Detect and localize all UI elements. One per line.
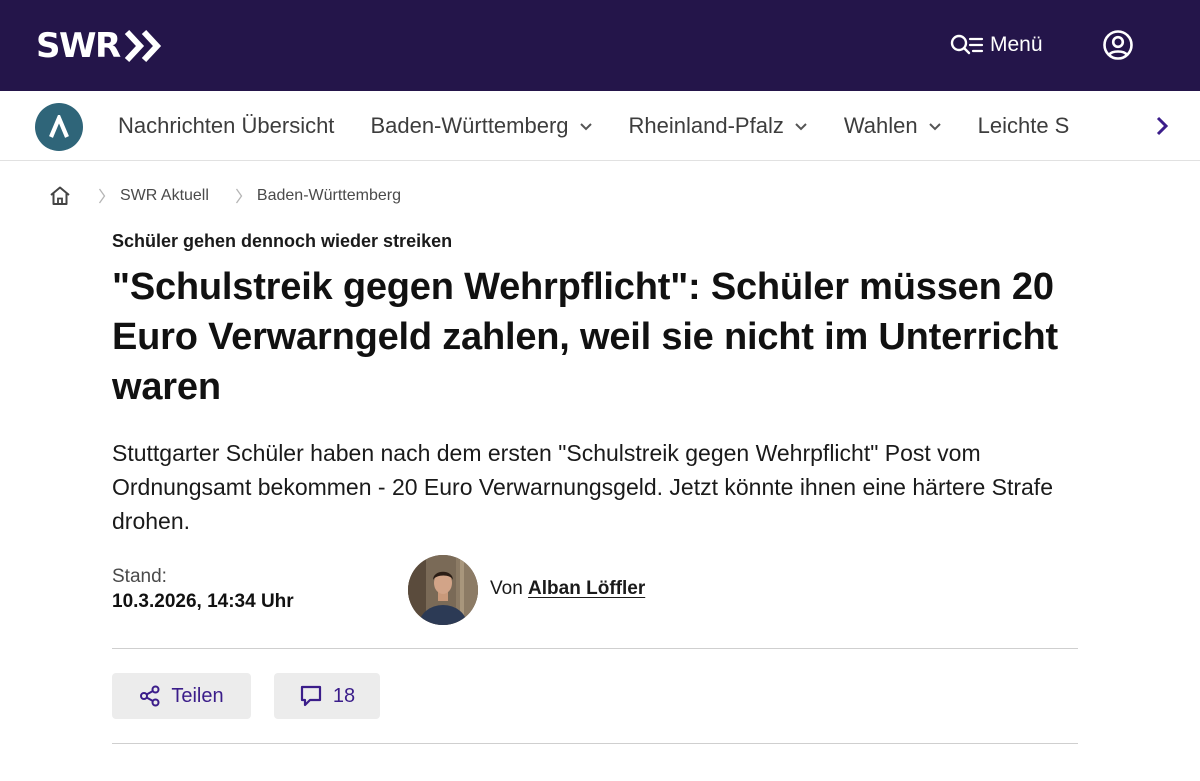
nav-item-label: Wahlen xyxy=(843,113,918,138)
stand-label: Stand: xyxy=(112,566,167,587)
chevron-down-icon xyxy=(928,123,941,131)
chevron-down-icon xyxy=(579,123,592,131)
share-button[interactable]: Teilen xyxy=(112,673,251,719)
avatar-image xyxy=(408,555,478,625)
share-icon xyxy=(140,685,160,707)
divider xyxy=(112,648,1078,649)
swr-logo[interactable]: SWR xyxy=(36,26,164,66)
nav-item-rheinland-pfalz[interactable]: Rheinland-Pfalz xyxy=(628,91,808,160)
breadcrumb-swr-aktuell[interactable]: SWR Aktuell xyxy=(120,187,209,205)
comments-button[interactable]: 18 xyxy=(274,673,380,719)
user-icon[interactable] xyxy=(1102,29,1134,61)
breadcrumb-separator-icon xyxy=(98,188,106,204)
breadcrumb-baden-wuerttemberg[interactable]: Baden-Württemberg xyxy=(257,187,401,205)
nav-item-label: Rheinland-Pfalz xyxy=(628,113,784,138)
breadcrumb-separator-icon xyxy=(235,188,243,204)
comment-icon xyxy=(300,685,321,707)
nav-item-label: Baden-Württemberg xyxy=(370,113,569,138)
stand-date: 10.3.2026, 14:34 Uhr xyxy=(112,591,294,612)
author-avatar[interactable] xyxy=(408,555,478,625)
breadcrumb: SWR Aktuell Baden-Württemberg xyxy=(48,182,401,210)
search-menu-icon xyxy=(950,34,984,55)
lambda-logo-icon[interactable] xyxy=(35,103,83,151)
main-navigation: Nachrichten Übersicht Baden-Württemberg … xyxy=(0,91,1200,161)
nav-item-baden-wuerttemberg[interactable]: Baden-Württemberg xyxy=(370,91,592,160)
article-kicker: Schüler gehen dennoch wieder streiken xyxy=(112,231,453,251)
author-byline: Von Alban Löffler xyxy=(490,578,645,600)
menu-label: Menü xyxy=(990,33,1043,56)
nav-items: Nachrichten Übersicht Baden-Württemberg … xyxy=(118,91,1105,160)
top-header: SWR Menü xyxy=(0,0,1200,91)
double-chevron-icon xyxy=(124,29,161,63)
chevron-down-icon xyxy=(795,123,807,131)
nav-item-leichte-sprache[interactable]: Leichte S xyxy=(977,91,1070,160)
logo-text: SWR xyxy=(36,26,121,66)
article-headline: "Schulstreik gegen Wehrpflicht": Schüler… xyxy=(112,266,1058,408)
home-icon[interactable] xyxy=(48,184,72,208)
nav-item-nachrichten[interactable]: Nachrichten Übersicht xyxy=(118,91,335,160)
menu-button[interactable]: Menü xyxy=(950,30,1043,60)
nav-item-label: Nachrichten Übersicht xyxy=(118,113,335,138)
lambda-glyph xyxy=(49,115,69,138)
nav-item-wahlen[interactable]: Wahlen xyxy=(843,91,942,160)
chevron-right-icon[interactable] xyxy=(1150,113,1174,139)
author-prefix: Von xyxy=(490,578,523,599)
divider xyxy=(112,743,1078,744)
nav-item-label: Leichte S xyxy=(977,113,1070,138)
author-link[interactable]: Alban Löffler xyxy=(528,578,645,599)
article-teaser: Stuttgarter Schüler haben nach dem erste… xyxy=(112,440,1053,534)
comments-count: 18 xyxy=(332,684,356,707)
share-label: Teilen xyxy=(171,684,224,707)
